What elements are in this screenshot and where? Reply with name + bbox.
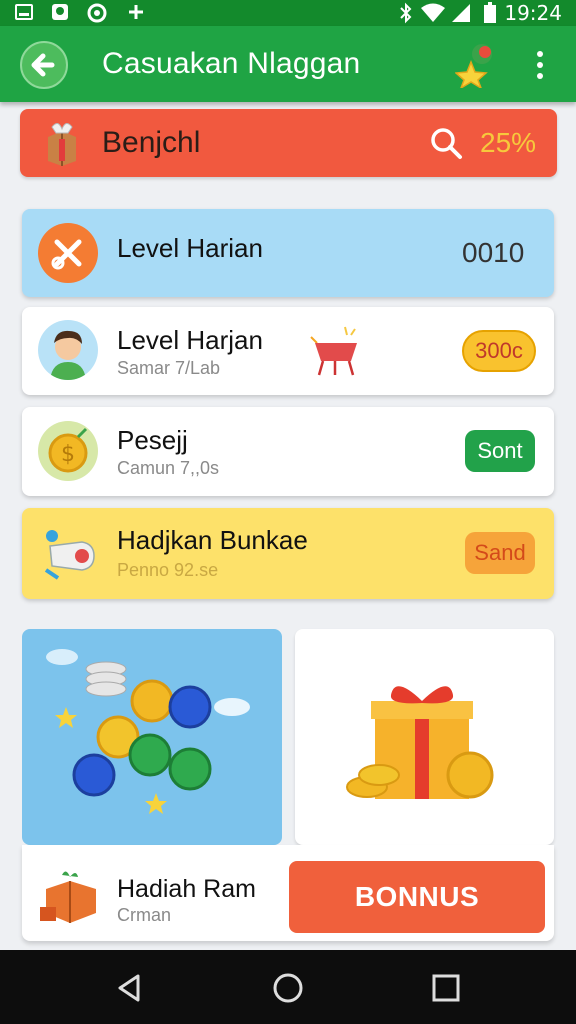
back-arrow-icon [31,53,55,77]
list-item-value[interactable]: 300c [462,330,536,372]
gift-icon [346,686,494,799]
list-item-value: 0010 [462,237,525,268]
gift-illustration[interactable] [295,629,554,845]
crossed-tools-icon [38,223,98,283]
list-item-subtitle: Camun 7,,0s [117,458,220,478]
gallery-icon [14,2,34,27]
list-item-level-harian[interactable]: Level Harian 0010 [22,209,554,297]
reward-card: Hadiah Ram Crman BONNUS [22,845,554,941]
list-item-title: Pesejj [117,425,188,455]
search-button[interactable] [428,125,464,161]
coins-illustration[interactable] [22,629,282,845]
system-nav-bar [0,950,576,1024]
search-icon [431,128,462,159]
key-icon [38,522,102,586]
list-item-pesejj[interactable]: $ Pesejj Camun 7,,0s Sont [22,407,554,496]
list-item-value[interactable]: Sand [465,532,535,574]
list-item-title: Level Harian [117,233,263,263]
list-item-title: Hadjkan Bunkae [117,525,308,555]
nav-back-button[interactable] [112,970,148,1006]
sync-icon [86,2,108,29]
list-item-level-harjan[interactable]: Level Harjan Samar 7/Lab 300c [22,307,554,395]
circle-home-icon [273,973,303,1003]
signal-icon [450,2,472,29]
basket-icon [305,323,365,379]
banner-percent: 25% [480,127,537,158]
gift-box-icon [42,119,82,167]
banner-title: Benjchl [102,126,201,159]
bonus-button[interactable]: BONNUS [289,861,545,933]
list-item-title: Level Harjan [117,325,263,355]
battery-icon [482,2,498,29]
status-bar: 19:24 [0,0,576,26]
reward-title: Hadiah Ram [117,875,256,903]
list-item-value[interactable]: Sont [465,430,535,472]
more-vert-icon [528,51,552,79]
back-button[interactable] [20,41,68,89]
page-title: Casuakan Nlaggan [102,47,361,80]
promo-banner[interactable]: Benjchl 25% [20,109,557,177]
reward-subtitle: Crman [117,905,172,925]
gift-crate-icon [38,867,102,927]
svg-text:$: $ [61,442,75,467]
coins-stack-icon [46,649,250,814]
status-time: 19:24 [504,1,562,25]
add-icon [126,2,146,27]
list-item-subtitle: Samar 7/Lab [117,358,221,378]
avatar-icon [38,320,98,380]
list-item-hadjkan-bunkae[interactable]: Hadjkan Bunkae Penno 92.se Sand [22,508,554,599]
app-bar: Casuakan Nlaggan [0,26,576,102]
more-options-button[interactable] [528,48,552,82]
triangle-back-icon [118,974,140,1002]
nav-home-button[interactable] [270,970,306,1006]
star-mascot-icon[interactable] [454,40,499,90]
coin-icon: $ [38,421,98,481]
nav-recents-button[interactable] [428,970,464,1006]
list-item-subtitle: Penno 92.se [117,560,219,580]
image-icon [50,2,70,27]
square-recents-icon [432,974,460,1002]
bluetooth-icon [398,2,414,29]
wifi-icon [420,2,446,29]
